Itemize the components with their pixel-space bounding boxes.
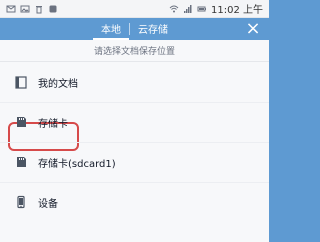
image-icon: [20, 4, 30, 14]
location-tabs: 本地 云存储: [93, 19, 176, 40]
location-list: 我的文档 存储卡 存储卡(sdcard1) 设备: [0, 62, 269, 222]
phone-icon: [14, 195, 28, 209]
list-item-label: 设备: [38, 198, 58, 210]
status-bar: 11:02 上午: [0, 0, 269, 18]
list-item-label: 存储卡(sdcard1): [38, 158, 116, 170]
document-folder-icon: [14, 75, 28, 89]
sd-card-icon: [14, 155, 28, 169]
status-time: 11:02 上午: [211, 5, 263, 16]
top-bar: 本地 云存储 ×: [0, 18, 269, 40]
sd-card-icon: [14, 115, 28, 129]
list-item-device[interactable]: 设备: [0, 182, 269, 222]
list-item-my-documents[interactable]: 我的文档: [0, 62, 269, 102]
list-item-storage-card-sdcard1[interactable]: 存储卡(sdcard1): [0, 142, 269, 182]
close-icon[interactable]: ×: [245, 20, 261, 38]
app-icon: [48, 4, 58, 14]
tab-cloud-storage[interactable]: 云存储: [130, 19, 176, 40]
list-item-label: 我的文档: [38, 78, 78, 90]
list-item-storage-card[interactable]: 存储卡: [0, 102, 269, 142]
panel-subtitle: 请选择文档保存位置: [0, 40, 269, 62]
email-icon: [6, 4, 16, 14]
battery-icon: [197, 4, 207, 14]
list-item-label: 存储卡: [38, 118, 68, 130]
status-left-icons: [6, 4, 58, 14]
trash-icon: [34, 4, 44, 14]
save-location-panel: 请选择文档保存位置 我的文档 存储卡 存储卡(sdcard1) 设备: [0, 40, 269, 242]
wifi-icon: [169, 4, 179, 14]
tab-local[interactable]: 本地: [93, 19, 129, 40]
status-right: 11:02 上午: [169, 1, 263, 16]
signal-icon: [183, 4, 193, 14]
